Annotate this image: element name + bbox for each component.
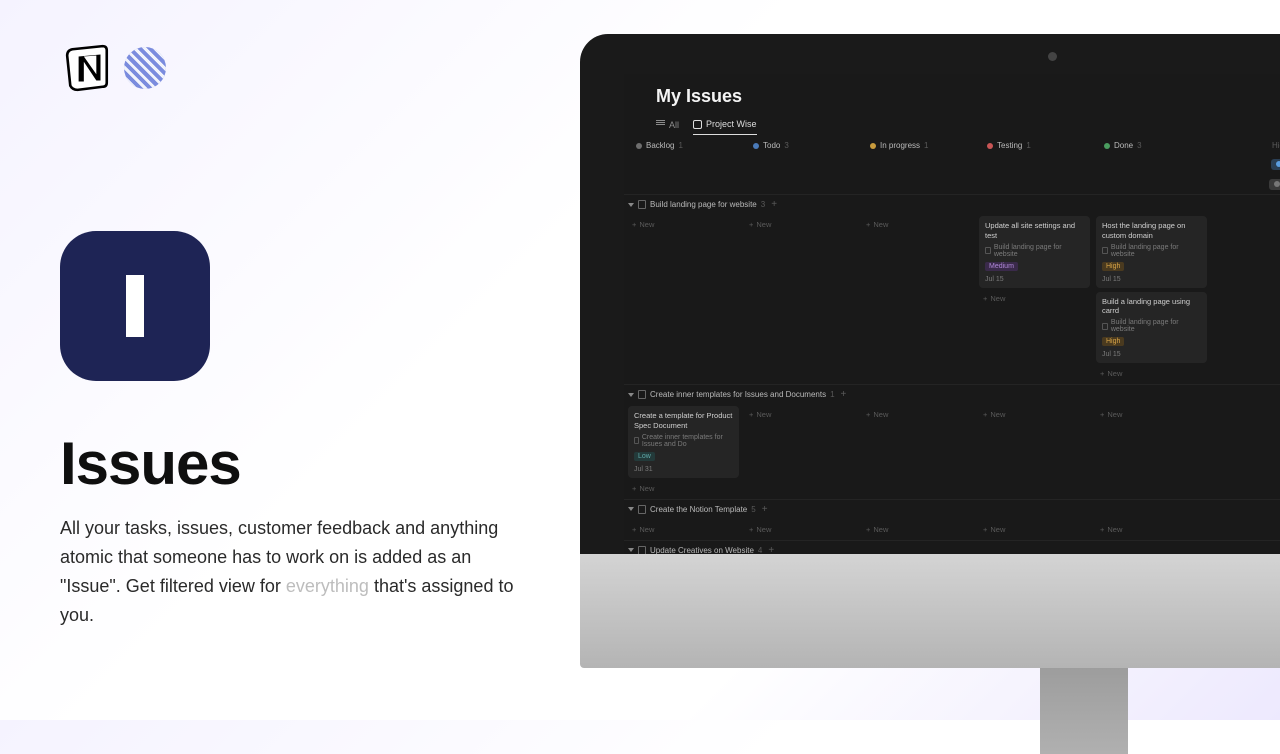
add-card-button[interactable]: New — [1096, 523, 1207, 536]
column-testing[interactable]: Testing — [997, 141, 1022, 150]
hidden-group-cancelled[interactable]: Cancelled — [1269, 179, 1280, 190]
lane-header[interactable]: Create inner templates for Issues and Do… — [624, 385, 1280, 404]
add-card-button[interactable]: + — [768, 545, 774, 555]
task-card[interactable]: Host the landing page on custom domainBu… — [1096, 216, 1207, 288]
lane-header[interactable]: Update Creatives on Website4+ — [624, 541, 1280, 555]
chevron-down-icon — [628, 548, 634, 552]
camera-icon — [1048, 52, 1057, 61]
kanban-board: Backlog1 Todo3 In progress1 Testing1 Don… — [624, 135, 1280, 192]
page-icon — [638, 546, 646, 555]
add-card-button[interactable]: New — [1096, 367, 1207, 380]
hidden-groups-label: Hidden groups — [1219, 137, 1280, 154]
add-card-button[interactable]: + — [771, 199, 777, 210]
add-card-button[interactable]: New — [745, 218, 856, 231]
lane-title: Create inner templates for Issues and Do… — [650, 390, 826, 399]
priority-badge: High — [1102, 337, 1124, 346]
chevron-down-icon — [628, 507, 634, 511]
marketing-heading: Issues — [60, 429, 570, 498]
add-card-button[interactable]: New — [628, 523, 739, 536]
column-backlog[interactable]: Backlog — [646, 141, 674, 150]
logo-row — [60, 40, 570, 96]
lane-header[interactable]: Build landing page for website3+ — [624, 195, 1280, 214]
add-card-button[interactable]: New — [862, 408, 973, 421]
add-card-button[interactable]: New — [628, 482, 739, 495]
add-card-button[interactable]: New — [862, 218, 973, 231]
column-todo[interactable]: Todo — [763, 141, 780, 150]
page-title: My Issues — [656, 86, 1280, 107]
hidden-group-released[interactable]: Released — [1271, 159, 1280, 170]
page-icon — [638, 200, 646, 209]
notion-logo-icon — [60, 40, 116, 96]
add-card-button[interactable]: New — [1096, 408, 1207, 421]
add-card-button[interactable]: New — [979, 523, 1090, 536]
add-card-button[interactable]: + — [841, 389, 847, 400]
tab-project-wise[interactable]: Project Wise — [693, 119, 757, 135]
linear-logo-icon — [124, 47, 166, 89]
chevron-down-icon — [628, 203, 634, 207]
tab-all[interactable]: All — [656, 120, 679, 135]
priority-badge: High — [1102, 262, 1124, 271]
page-icon — [638, 505, 646, 514]
task-card[interactable]: Build a landing page using carrdBuild la… — [1096, 292, 1207, 364]
monitor-mockup: My Issues All Project Wise Backlog1 Todo… — [580, 34, 1280, 684]
marketing-panel: Issues All your tasks, issues, customer … — [0, 0, 570, 720]
app-screen: My Issues All Project Wise Backlog1 Todo… — [624, 74, 1280, 554]
add-card-button[interactable]: New — [628, 218, 739, 231]
priority-badge: Low — [634, 452, 655, 461]
column-in-progress[interactable]: In progress — [880, 141, 920, 150]
issues-badge-icon — [60, 231, 210, 381]
task-card[interactable]: Update all site settings and testBuild l… — [979, 216, 1090, 288]
add-card-button[interactable]: New — [862, 523, 973, 536]
lane-title: Update Creatives on Website — [650, 546, 754, 555]
column-done[interactable]: Done — [1114, 141, 1133, 150]
lane-title: Build landing page for website — [650, 200, 757, 209]
marketing-description: All your tasks, issues, customer feedbac… — [60, 514, 530, 631]
task-card[interactable]: Create a template for Product Spec Docum… — [628, 406, 739, 478]
add-card-button[interactable]: New — [745, 523, 856, 536]
add-card-button[interactable]: New — [745, 408, 856, 421]
add-card-button[interactable]: + — [762, 504, 768, 515]
lane-header[interactable]: Create the Notion Template5+ — [624, 500, 1280, 519]
add-card-button[interactable]: New — [979, 408, 1090, 421]
chevron-down-icon — [628, 393, 634, 397]
board-icon — [693, 120, 702, 129]
page-icon — [638, 390, 646, 399]
add-card-button[interactable]: New — [979, 292, 1090, 305]
priority-badge: Medium — [985, 262, 1018, 271]
lane-title: Create the Notion Template — [650, 505, 747, 514]
